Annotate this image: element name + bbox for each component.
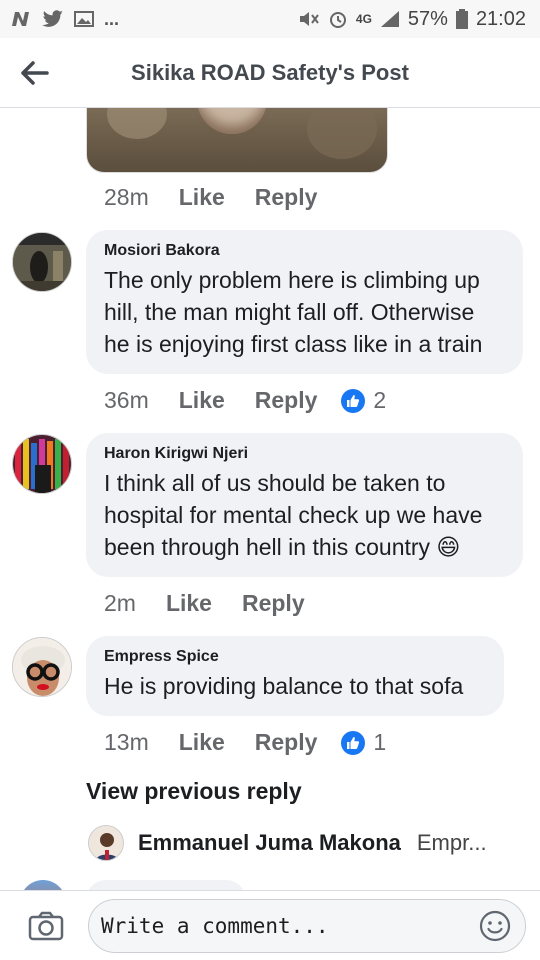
- avatar-image: [13, 638, 71, 696]
- reply-button[interactable]: Reply: [255, 387, 318, 414]
- reply-snippet: Empr...: [416, 830, 487, 855]
- comment-bubble: Mosiori Bakora The only problem here is …: [86, 230, 523, 374]
- reaction-number: 1: [373, 729, 387, 755]
- battery-percent: 57%: [407, 7, 448, 30]
- avatar[interactable]: [12, 434, 72, 494]
- comment-bubble: Haron Kirigwi Njeri I think all of us sh…: [86, 433, 523, 577]
- status-left: ...: [10, 9, 119, 30]
- comment-meta: 2m Like Reply: [104, 590, 305, 617]
- reaction-count[interactable]: 1: [341, 729, 386, 756]
- twitter-icon: [42, 10, 64, 28]
- status-more: ...: [104, 8, 120, 29]
- reply-button[interactable]: Reply: [255, 729, 318, 756]
- back-button[interactable]: [0, 38, 70, 108]
- reply-preview[interactable]: Emmanuel Juma Makona Empr...: [88, 825, 487, 861]
- comment-time: 36m: [104, 387, 149, 413]
- status-bar: ... 4G 57% 21:02: [0, 0, 540, 38]
- comment-time: 2m: [104, 590, 136, 616]
- camera-button[interactable]: [26, 906, 66, 946]
- mute-icon: [298, 10, 320, 28]
- reply-author: Emmanuel Juma Makona: [138, 830, 401, 855]
- thumbs-up-icon: [341, 388, 366, 413]
- comment-meta: 36m Like Reply 2: [104, 387, 386, 414]
- signal-icon: [380, 10, 400, 28]
- comment-bubble: Empress Spice He is providing balance to…: [86, 636, 504, 716]
- comment-author[interactable]: Mosiori Bakora: [104, 242, 505, 260]
- avatar-image: [13, 435, 71, 493]
- avatar[interactable]: [12, 637, 72, 697]
- thumbs-up-icon: [341, 730, 366, 755]
- post-header: Sikika ROAD Safety's Post: [0, 38, 540, 108]
- comment-text: He is providing balance to that sofa: [104, 673, 464, 699]
- avatar-image: [13, 233, 71, 291]
- like-button[interactable]: Like: [179, 387, 225, 414]
- alarm-icon: [328, 9, 348, 29]
- battery-icon: [455, 9, 468, 29]
- n-notification-icon: [10, 10, 32, 28]
- comment-text: I think all of us should be taken to hos…: [104, 470, 483, 560]
- comment-time: 28m: [104, 184, 149, 210]
- status-right: 4G 57% 21:02: [298, 8, 526, 31]
- comment-photo[interactable]: [86, 108, 388, 173]
- smiley-icon: [479, 910, 511, 941]
- comment-time: 13m: [104, 729, 149, 755]
- comment-input[interactable]: [101, 913, 477, 938]
- comment-bubble: [86, 880, 246, 890]
- comment-composer: [0, 890, 540, 960]
- camera-icon: [28, 911, 64, 940]
- like-button[interactable]: Like: [179, 729, 225, 756]
- arrow-left-icon: [21, 60, 49, 85]
- comment-meta: 13m Like Reply 1: [104, 729, 386, 756]
- page-title: Sikika ROAD Safety's Post: [131, 59, 409, 85]
- view-previous-reply-link[interactable]: View previous reply: [86, 778, 302, 805]
- like-button[interactable]: Like: [179, 184, 225, 211]
- reaction-count[interactable]: 2: [341, 387, 386, 414]
- like-button[interactable]: Like: [166, 590, 212, 617]
- network-label: 4G: [355, 12, 372, 26]
- comment-author[interactable]: Haron Kirigwi Njeri: [104, 445, 505, 463]
- reaction-number: 2: [373, 387, 387, 413]
- avatar[interactable]: [12, 232, 72, 292]
- comment-author[interactable]: Empress Spice: [104, 648, 486, 666]
- clock: 21:02: [475, 7, 526, 30]
- comment-input-wrapper: [88, 898, 526, 953]
- comment-text: The only problem here is climbing up hil…: [104, 267, 483, 357]
- comment-meta: 28m Like Reply: [104, 184, 317, 211]
- image-icon: [74, 10, 94, 28]
- reply-button[interactable]: Reply: [255, 184, 318, 211]
- emoji-button[interactable]: [477, 908, 513, 944]
- comments-list: 28m Like Reply Mosiori Bakora The only p…: [0, 108, 540, 890]
- reply-button[interactable]: Reply: [242, 590, 305, 617]
- avatar[interactable]: [20, 880, 66, 890]
- avatar: [88, 825, 124, 861]
